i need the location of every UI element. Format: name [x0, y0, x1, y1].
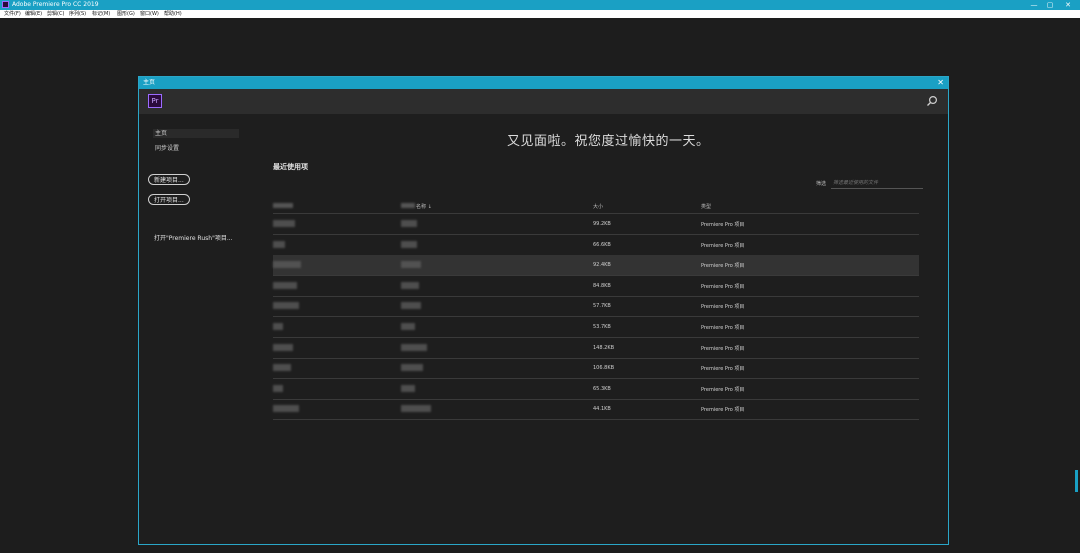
- size-cell: 57.7KB: [593, 303, 611, 310]
- blurred-location-cell: [273, 240, 285, 248]
- premiere-app-icon: [2, 1, 9, 8]
- blurred-name-cell: [401, 343, 427, 351]
- type-cell: Premiere Pro 项目: [701, 386, 745, 393]
- table-row[interactable]: 106.8KB Premiere Pro 项目: [273, 358, 919, 380]
- size-cell: 148.2KB: [593, 344, 615, 351]
- menu-clip[interactable]: 剪辑(C): [47, 10, 64, 18]
- blurred-name-cell: [401, 240, 417, 248]
- table-row[interactable]: 66.6KB Premiere Pro 项目: [273, 235, 919, 256]
- type-cell: Premiere Pro 项目: [701, 366, 745, 373]
- size-cell: 99.2KB: [593, 221, 611, 227]
- blurred-location-cell: [273, 384, 283, 392]
- filter-label: 筛选: [816, 181, 827, 187]
- table-row[interactable]: 44.1KB Premiere Pro 项目: [273, 399, 919, 421]
- dialog-title-bar: 主页 ✕: [139, 77, 948, 89]
- menu-graphics[interactable]: 图形(G): [117, 10, 135, 18]
- recent-table-header: 名称 ↓ 大小 类型: [273, 200, 919, 214]
- app-title: Adobe Premiere Pro CC 2019: [12, 1, 99, 8]
- table-row[interactable]: 57.7KB Premiere Pro 项目: [273, 296, 919, 318]
- blurred-location-cell: [273, 281, 297, 289]
- sidebar-item-sync-settings[interactable]: 同步设置: [153, 143, 179, 152]
- dialog-close-button[interactable]: ✕: [937, 77, 944, 89]
- minimize-button[interactable]: —: [1026, 0, 1042, 10]
- column-name-sort[interactable]: 名称 ↓: [416, 203, 432, 210]
- sidebar-item-home[interactable]: 主页: [153, 129, 239, 138]
- table-row[interactable]: 99.2KB Premiere Pro 项目: [273, 214, 919, 235]
- type-cell: Premiere Pro 项目: [701, 222, 745, 228]
- type-cell: Premiere Pro 项目: [701, 304, 745, 311]
- size-cell: 106.8KB: [593, 365, 615, 372]
- blurred-name-cell: [401, 220, 417, 227]
- blurred-name-cell: [401, 323, 415, 330]
- menu-file[interactable]: 文件(F): [4, 10, 21, 18]
- table-row[interactable]: 65.3KB Premiere Pro 项目: [273, 379, 919, 400]
- filter-input[interactable]: [831, 178, 923, 189]
- recent-section-title: 最近使用项: [273, 163, 308, 171]
- premiere-logo: Pr: [148, 94, 162, 108]
- size-cell: 53.7KB: [593, 324, 611, 330]
- type-cell: Premiere Pro 项目: [701, 407, 745, 414]
- table-row[interactable]: 84.8KB Premiere Pro 项目: [273, 276, 919, 297]
- open-project-button[interactable]: 打开项目...: [148, 194, 190, 205]
- menu-window[interactable]: 窗口(W): [140, 10, 159, 18]
- column-size[interactable]: 大小: [593, 203, 603, 210]
- home-dialog: 主页 ✕ Pr 主页 同步设置 新建项目... 打开项目... 打开"Premi…: [138, 76, 949, 545]
- blurred-name-cell: [401, 302, 421, 310]
- menu-edit[interactable]: 编辑(E): [25, 10, 42, 18]
- edge-scroll-handle[interactable]: [1075, 470, 1078, 492]
- table-row[interactable]: 92.4KB Premiere Pro 项目: [273, 255, 919, 277]
- menu-markers[interactable]: 标记(M): [92, 10, 110, 18]
- column-type[interactable]: 类型: [701, 203, 711, 210]
- blurred-location-cell: [273, 343, 293, 351]
- size-cell: 44.1KB: [593, 406, 611, 413]
- header-blurred-cell: [401, 203, 415, 208]
- dialog-title: 主页: [143, 79, 156, 86]
- blurred-name-cell: [401, 405, 431, 413]
- search-icon[interactable]: [926, 95, 938, 107]
- new-project-button[interactable]: 新建项目...: [148, 174, 190, 185]
- maximize-button[interactable]: ▢: [1042, 0, 1058, 10]
- blurred-location-cell: [273, 323, 283, 330]
- table-row[interactable]: 53.7KB Premiere Pro 项目: [273, 317, 919, 338]
- size-cell: 92.4KB: [593, 262, 611, 269]
- blurred-name-cell: [401, 261, 421, 269]
- blurred-location-cell: [273, 220, 295, 227]
- menu-sequence[interactable]: 序列(S): [69, 10, 86, 18]
- blurred-name-cell: [401, 364, 423, 372]
- dialog-header: Pr: [139, 89, 948, 114]
- type-cell: Premiere Pro 项目: [701, 283, 745, 290]
- blurred-location-cell: [273, 261, 301, 269]
- open-rush-project-link[interactable]: 打开"Premiere Rush"项目...: [154, 233, 233, 242]
- app-title-bar: Adobe Premiere Pro CC 2019 — ▢ ✕: [0, 0, 1080, 10]
- greeting-text: 又见面啦。祝您度过愉快的一天。: [507, 134, 710, 149]
- close-window-button[interactable]: ✕: [1060, 0, 1076, 10]
- blurred-location-cell: [273, 364, 291, 372]
- type-cell: Premiere Pro 项目: [701, 345, 745, 352]
- blurred-location-cell: [273, 302, 299, 310]
- menu-bar: 文件(F) 编辑(E) 剪辑(C) 序列(S) 标记(M) 图形(G) 窗口(W…: [0, 10, 1080, 18]
- menu-help[interactable]: 帮助(H): [164, 10, 182, 18]
- table-row[interactable]: 148.2KB Premiere Pro 项目: [273, 338, 919, 359]
- header-blurred-cell: [273, 203, 293, 208]
- type-cell: Premiere Pro 项目: [701, 325, 745, 331]
- size-cell: 66.6KB: [593, 241, 611, 248]
- size-cell: 84.8KB: [593, 282, 611, 289]
- blurred-name-cell: [401, 281, 419, 289]
- type-cell: Premiere Pro 项目: [701, 242, 745, 249]
- blurred-name-cell: [401, 384, 415, 392]
- blurred-location-cell: [273, 405, 299, 413]
- type-cell: Premiere Pro 项目: [701, 263, 745, 270]
- size-cell: 65.3KB: [593, 385, 611, 392]
